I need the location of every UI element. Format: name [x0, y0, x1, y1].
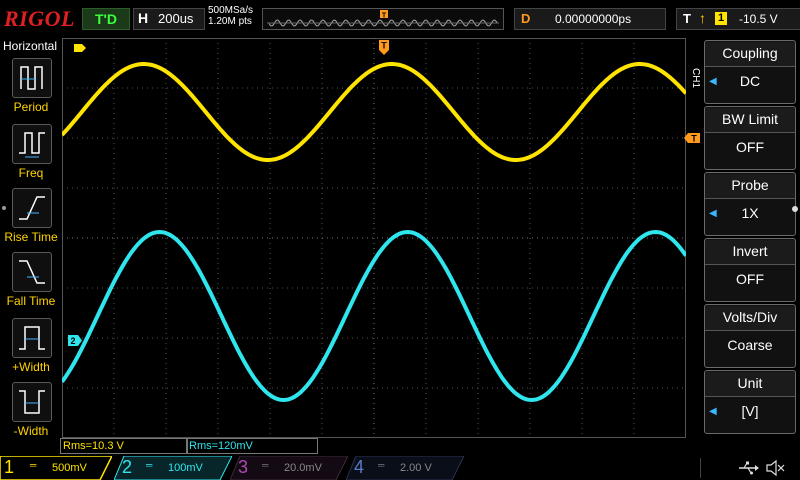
waveform-display[interactable]: T 2: [60, 38, 688, 438]
channel-status-bar: 1 ═ 500mV 2 ═ 100mV 3 ═ 20.0mV 4 ═ 2.00 …: [0, 456, 800, 480]
top-status-bar: RIGOL T'D H 200us 500MSa/s 1.20M pts T D…: [0, 0, 800, 36]
speaker-mute-icon[interactable]: [765, 460, 785, 476]
negative-width-icon: [12, 382, 52, 422]
ch2-rms-measurement[interactable]: Rms=120mV: [186, 438, 318, 454]
trigger-level-marker[interactable]: T: [684, 131, 702, 145]
invert-value: OFF: [736, 271, 764, 287]
left-menu-dot-icon: [2, 206, 6, 210]
ch2-number: 2: [122, 457, 133, 477]
trigger-position-letter: T: [381, 41, 387, 51]
coupling-value: DC: [739, 73, 761, 89]
invert-title: Invert: [705, 240, 795, 265]
ch2-waveform: [60, 229, 688, 403]
unit-title: Unit: [705, 372, 795, 397]
coupling-title: Coupling: [705, 42, 795, 67]
bw-limit-button[interactable]: BW Limit OFF: [704, 106, 796, 170]
probe-title: Probe: [705, 174, 795, 199]
measure-positive-width-label: +Width: [12, 360, 50, 374]
positive-width-icon: [12, 318, 52, 358]
measure-rise-time-label: Rise Time: [4, 230, 58, 244]
measure-frequency-label: Freq: [18, 166, 44, 180]
channel-settings-menu: Coupling ◀ DC BW Limit OFF Probe ◀ 1X In…: [704, 40, 800, 434]
memory-timeline-graphic: T: [267, 10, 499, 27]
ch3-coupling-icon: ═: [262, 460, 269, 470]
brand-logo: RIGOL: [4, 6, 75, 31]
usb-icon: [739, 461, 759, 475]
run-status-badge[interactable]: T'D: [82, 8, 130, 30]
ch3-number: 3: [238, 457, 249, 477]
ch1-scale: 500mV: [52, 462, 87, 474]
period-icon: [12, 58, 52, 98]
volts-div-button[interactable]: Volts/Div Coarse: [704, 304, 796, 368]
trigger-letter: T: [683, 11, 691, 26]
rising-edge-icon: ↑: [699, 10, 706, 26]
menu-page-dot-icon: [792, 206, 798, 212]
horizontal-letter: H: [138, 10, 149, 26]
graticule: [62, 38, 686, 438]
timebase-value: 200us: [158, 11, 194, 26]
ch1-offset-marker[interactable]: [74, 44, 86, 52]
measure-period-button[interactable]: Period: [0, 58, 62, 122]
rise-time-icon: [12, 188, 52, 228]
ch1-number: 1: [4, 457, 15, 477]
timeline-trigger-letter: T: [382, 13, 387, 20]
measure-negative-width-label: -Width: [13, 424, 49, 438]
ch4-number: 4: [354, 457, 365, 477]
ch2-offset-tag: 2: [70, 336, 75, 346]
probe-button[interactable]: Probe ◀ 1X: [704, 172, 796, 236]
waveform-canvas: T 2: [60, 38, 688, 438]
ch4-coupling-icon: ═: [378, 460, 385, 470]
unit-button[interactable]: Unit ◀ [V]: [704, 370, 796, 434]
ch1-rms-measurement[interactable]: Rms=10.3 V: [60, 438, 188, 454]
unit-value: [V]: [741, 403, 759, 419]
ch2-offset-marker[interactable]: 2: [68, 335, 82, 346]
invert-button[interactable]: Invert OFF: [704, 238, 796, 302]
trigger-box[interactable]: T ↑ 1 -10.5 V: [676, 8, 800, 30]
measure-positive-width-button[interactable]: +Width: [0, 318, 62, 382]
ch3-scale: 20.0mV: [284, 462, 322, 474]
volts-div-value: Coarse: [727, 337, 773, 353]
measure-rise-time-button[interactable]: Rise Time: [0, 188, 62, 252]
delay-box[interactable]: D 0.00000000ps: [514, 8, 666, 30]
ch4-tab[interactable]: 4 ═ 2.00 V: [346, 456, 464, 480]
ch1-coupling-icon: ═: [30, 460, 37, 470]
ch2-scale: 100mV: [168, 462, 203, 474]
bw-limit-value: OFF: [736, 139, 764, 155]
trigger-level-letter: T: [691, 134, 697, 144]
memory-timeline[interactable]: T: [262, 8, 504, 30]
acquisition-info: 500MSa/s 1.20M pts: [208, 5, 253, 27]
ch2-tab[interactable]: 2 ═ 100mV: [114, 456, 232, 480]
trigger-level-value: -10.5 V: [739, 12, 778, 26]
delay-letter: D: [521, 11, 531, 26]
measure-fall-time-button[interactable]: Fall Time: [0, 252, 62, 316]
trigger-position-marker[interactable]: T: [379, 40, 389, 55]
bw-limit-title: BW Limit: [705, 108, 795, 133]
measure-frequency-button[interactable]: Freq: [0, 124, 62, 188]
frequency-icon: [12, 124, 52, 164]
trigger-source-badge: 1: [715, 12, 727, 25]
menu-title: Horizontal: [3, 39, 58, 53]
system-status-area: [700, 458, 799, 478]
horizontal-measure-menu: Horizontal Period Freq Rise Time Fall Ti…: [0, 36, 62, 456]
sample-rate: 500MSa/s: [208, 5, 254, 16]
ch1-tab[interactable]: 1 ═ 500mV: [0, 456, 112, 480]
measure-negative-width-button[interactable]: -Width: [0, 382, 62, 446]
measure-fall-time-label: Fall Time: [6, 294, 56, 308]
coupling-button[interactable]: Coupling ◀ DC: [704, 40, 796, 104]
ch3-tab[interactable]: 3 ═ 20.0mV: [230, 456, 348, 480]
fall-time-icon: [12, 252, 52, 292]
active-channel-tag: CH1: [690, 68, 701, 89]
ch2-coupling-icon: ═: [146, 460, 153, 470]
probe-value: 1X: [741, 205, 759, 221]
memory-depth: 1.20M pts: [208, 16, 252, 27]
ch4-scale: 2.00 V: [400, 462, 432, 474]
delay-value: 0.00000000ps: [555, 12, 632, 26]
volts-div-title: Volts/Div: [705, 306, 795, 331]
timebase-box[interactable]: H 200us: [133, 8, 205, 30]
measure-period-label: Period: [13, 100, 49, 114]
